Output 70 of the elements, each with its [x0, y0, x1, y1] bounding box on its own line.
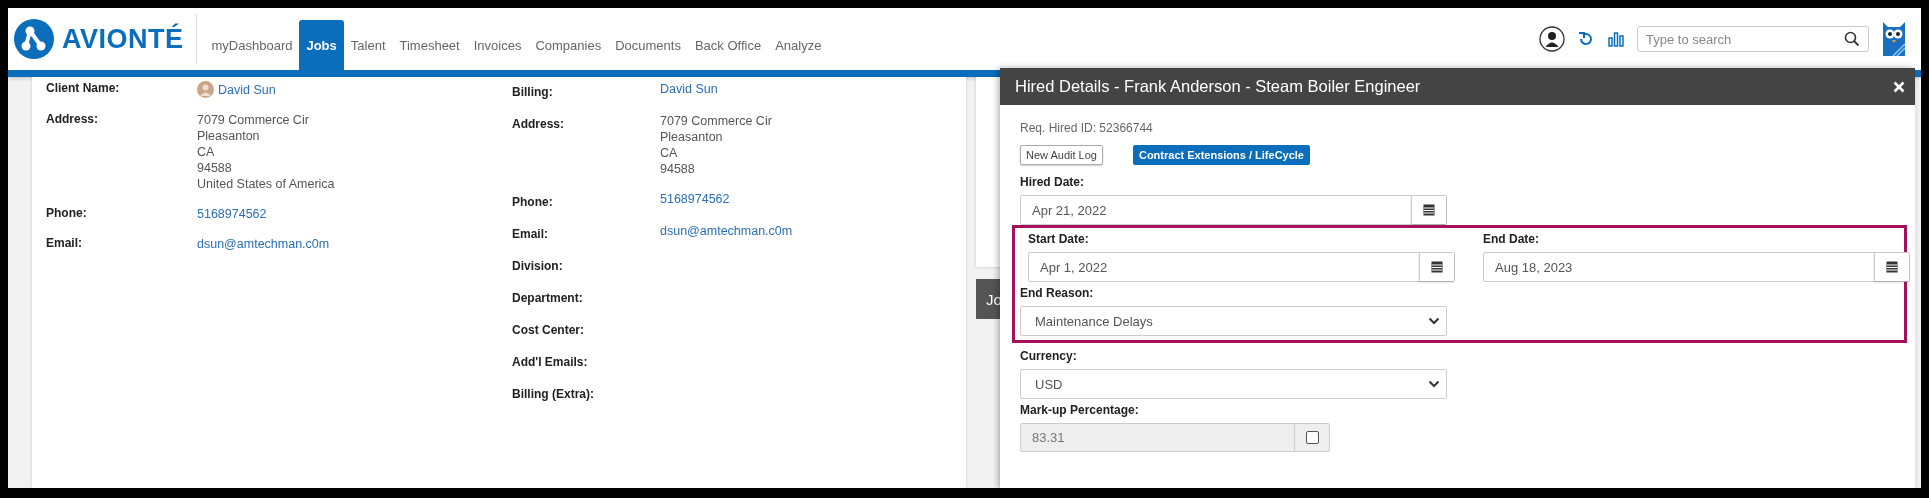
owl-icon[interactable]: [1881, 20, 1907, 58]
search-icon[interactable]: [1844, 31, 1860, 47]
field-label: Phone:: [512, 194, 554, 209]
chevron-down-icon: [1428, 317, 1440, 325]
field-value: 94588: [660, 161, 696, 177]
field-value: Pleasanton: [660, 129, 724, 145]
person-link[interactable]: David Sun: [218, 81, 276, 98]
avatar-icon: [197, 81, 214, 98]
hired-id-text: Req. Hired ID: 52366744: [1020, 121, 1154, 135]
field-value: Pleasanton: [197, 128, 261, 144]
field-value: CA: [197, 144, 216, 160]
field-label: Division:: [512, 258, 564, 273]
field-link[interactable]: 5168974562: [197, 206, 512, 222]
nav-tab[interactable]: Jobs: [299, 20, 344, 70]
calendar-icon: [1886, 261, 1898, 273]
calendar-button[interactable]: [1411, 196, 1446, 224]
field-label: Client Name:: [46, 81, 121, 97]
field-label: Hired Date:: [1020, 175, 1085, 189]
field-value: 7079 Commerce Cir: [660, 113, 773, 129]
dropdown[interactable]: Maintenance Delays: [1020, 306, 1447, 336]
field-value: 7079 Commerce Cir: [197, 112, 310, 128]
field-value: CA: [660, 145, 679, 161]
close-icon[interactable]: [1893, 80, 1905, 93]
field-value: 94588: [197, 160, 233, 176]
field-label: End Date:: [1483, 232, 1540, 246]
field-label: Start Date:: [1028, 232, 1090, 246]
dialog-title: Hired Details - Frank Anderson - Steam Boiler Engineer: [1015, 77, 1422, 96]
field-link[interactable]: dsun@amtechman.c0m: [197, 236, 512, 252]
calendar-icon: [1431, 261, 1443, 273]
logo-icon: [14, 19, 54, 59]
logo-text: AVIONTÉ: [62, 23, 184, 55]
field-label: Department:: [512, 290, 584, 305]
calendar-icon: [1423, 204, 1435, 216]
nav-tab[interactable]: Documents: [608, 20, 688, 70]
field-label: Add'l Emails:: [512, 354, 589, 369]
lifecycle-button[interactable]: Contract Extensions / LifeCycle: [1132, 145, 1310, 165]
dropdown[interactable]: USD: [1020, 369, 1447, 399]
user-icon[interactable]: [1539, 26, 1565, 52]
field-link[interactable]: 5168974562: [660, 191, 910, 207]
nav-tab[interactable]: Talent: [343, 20, 393, 70]
nav-tab[interactable]: Timesheet: [392, 20, 467, 70]
nav-tab[interactable]: Invoices: [466, 20, 529, 70]
field-label: Address:: [512, 116, 565, 133]
field-label: Mark-up Percentage:: [1020, 403, 1140, 417]
nav-tab[interactable]: Companies: [528, 20, 609, 70]
field-label: End Reason:: [1020, 286, 1095, 300]
calendar-button[interactable]: [1419, 253, 1454, 281]
field-label: Email:: [46, 236, 83, 252]
field-label: Billing (Extra):: [512, 386, 595, 401]
field-label: Currency:: [1020, 349, 1078, 363]
field-label: Cost Center:: [512, 322, 585, 337]
field-link[interactable]: David Sun: [660, 81, 910, 97]
nav-tab[interactable]: Back Office: [687, 20, 769, 70]
field-label: Email:: [512, 226, 549, 241]
field-link[interactable]: dsun@amtechman.c0m: [660, 223, 910, 239]
nav-tab[interactable]: myDashboard: [204, 20, 300, 70]
audit-log-button[interactable]: New Audit Log: [1020, 145, 1103, 165]
date-field[interactable]: Apr 1, 2022: [1028, 252, 1455, 282]
field-label: Phone:: [46, 206, 88, 222]
search-field[interactable]: Type to search: [1637, 26, 1869, 52]
field-value: United States of America: [197, 176, 336, 192]
bar-chart-icon[interactable]: [1607, 30, 1625, 48]
field-label: Address:: [46, 112, 99, 128]
date-field[interactable]: Apr 21, 2022: [1020, 195, 1447, 225]
date-field[interactable]: Aug 18, 2023: [1483, 252, 1910, 282]
refresh-icon[interactable]: [1577, 30, 1595, 48]
chevron-down-icon: [1428, 380, 1440, 388]
field-label: Billing:: [512, 84, 554, 99]
calendar-button[interactable]: [1874, 253, 1909, 281]
nav-tab[interactable]: Analyze: [768, 20, 829, 70]
